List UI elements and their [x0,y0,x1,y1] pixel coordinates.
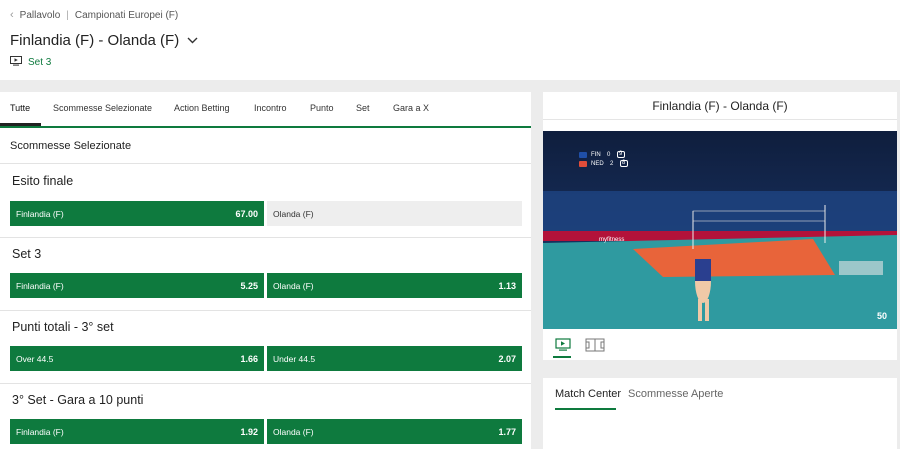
flag-icon [579,151,587,158]
info-panel: Match Center Scommesse Aperte [543,378,897,449]
live-video[interactable]: myfitness FIN 0 9 NED 2 8 50 [543,131,897,329]
odds-value: 1.92 [240,426,258,437]
scoreboard-row: NED 2 8 [579,159,628,168]
divider [0,310,531,311]
team-name: NED [591,160,604,167]
stream-panel: Finlandia (F) - Olanda (F) myfitness FIN… [543,92,897,360]
tab-scommesse-selezionate[interactable]: Scommesse Selezionate [53,92,152,126]
odds-button-under[interactable]: Under 44.5 2.07 [267,346,522,371]
live-status-text: Set 3 [28,57,52,68]
breadcrumb-sport[interactable]: Pallavolo [20,10,61,21]
odds-label: Olanda (F) [273,280,314,291]
chevron-left-icon[interactable]: ‹ [10,9,14,21]
team-name: FIN [591,151,601,158]
tab-incontro[interactable]: Incontro [254,92,287,126]
odds-value: 1.77 [498,426,516,437]
divider [0,383,531,384]
scoreboard: FIN 0 9 NED 2 8 [579,150,628,168]
breadcrumb-separator: | [66,9,69,21]
odds-button-olanda[interactable]: Olanda (F) 1.77 [267,419,522,444]
stream-title: Finlandia (F) - Olanda (F) [543,92,897,120]
view-switcher [555,338,605,357]
odds-value: 5.25 [240,280,258,291]
event-title-text: Finlandia (F) - Olanda (F) [10,32,180,49]
tab-action-betting[interactable]: Action Betting [174,92,230,126]
odds-button-finlandia[interactable]: Finlandia (F) 67.00 [10,201,264,226]
odds-label: Finlandia (F) [16,208,64,219]
event-header: ‹ Pallavolo | Campionati Europei (F) Fin… [0,0,900,80]
breadcrumb: ‹ Pallavolo | Campionati Europei (F) [10,9,178,21]
live-stream-icon [10,56,22,69]
tab-match-center[interactable]: Match Center [555,388,621,400]
odds-label: Finlandia (F) [16,280,64,291]
event-title[interactable]: Finlandia (F) - Olanda (F) [10,32,198,49]
odds-value: 2.07 [498,353,516,364]
scoreboard-row: FIN 0 9 [579,150,628,159]
odds-button-olanda[interactable]: Olanda (F) [267,201,522,226]
market-title: 3° Set - Gara a 10 punti [12,393,144,407]
market-title: Esito finale [12,174,74,188]
tab-tutte[interactable]: Tutte [0,92,41,126]
odds-button-finlandia[interactable]: Finlandia (F) 5.25 [10,273,264,298]
flag-icon [579,160,587,167]
odds-button-olanda[interactable]: Olanda (F) 1.13 [267,273,522,298]
odds-label: Olanda (F) [273,426,314,437]
set-score: 0 [607,151,611,158]
ad-board-text: myfitness [599,237,624,243]
odds-label: Over 44.5 [16,353,54,364]
odds-value: 1.13 [498,280,516,291]
odds-label: Under 44.5 [273,353,316,364]
odds-button-finlandia[interactable]: Finlandia (F) 1.92 [10,419,264,444]
market-title: Set 3 [12,247,42,261]
field-view-icon[interactable] [585,338,605,357]
markets-panel: Tutte Scommesse Selezionate Action Betti… [0,92,531,449]
video-view-icon[interactable] [555,338,571,357]
odds-label: Finlandia (F) [16,426,64,437]
odds-button-over[interactable]: Over 44.5 1.66 [10,346,264,371]
odds-value: 67.00 [235,208,258,219]
tab-punto[interactable]: Punto [310,92,334,126]
active-view-indicator [553,356,571,358]
section-label: Scommesse Selezionate [10,140,132,152]
tab-scommesse-aperte[interactable]: Scommesse Aperte [628,388,723,400]
odds-label: Olanda (F) [273,208,314,219]
set-score: 2 [610,160,614,167]
market-tabs: Tutte Scommesse Selezionate Action Betti… [0,92,531,128]
chevron-down-icon[interactable] [187,37,198,44]
active-tab-indicator [555,408,616,410]
live-status[interactable]: Set 3 [10,56,51,69]
odds-value: 1.66 [240,353,258,364]
divider [0,163,531,164]
broadcast-watermark: 50 [876,311,887,321]
market-title: Punti totali - 3° set [12,320,114,334]
point-score: 8 [619,160,628,167]
divider [0,237,531,238]
tab-set[interactable]: Set [356,92,370,126]
point-score: 9 [616,151,625,158]
breadcrumb-competition[interactable]: Campionati Europei (F) [75,10,178,21]
tab-gara-a-x[interactable]: Gara a X [393,92,429,126]
